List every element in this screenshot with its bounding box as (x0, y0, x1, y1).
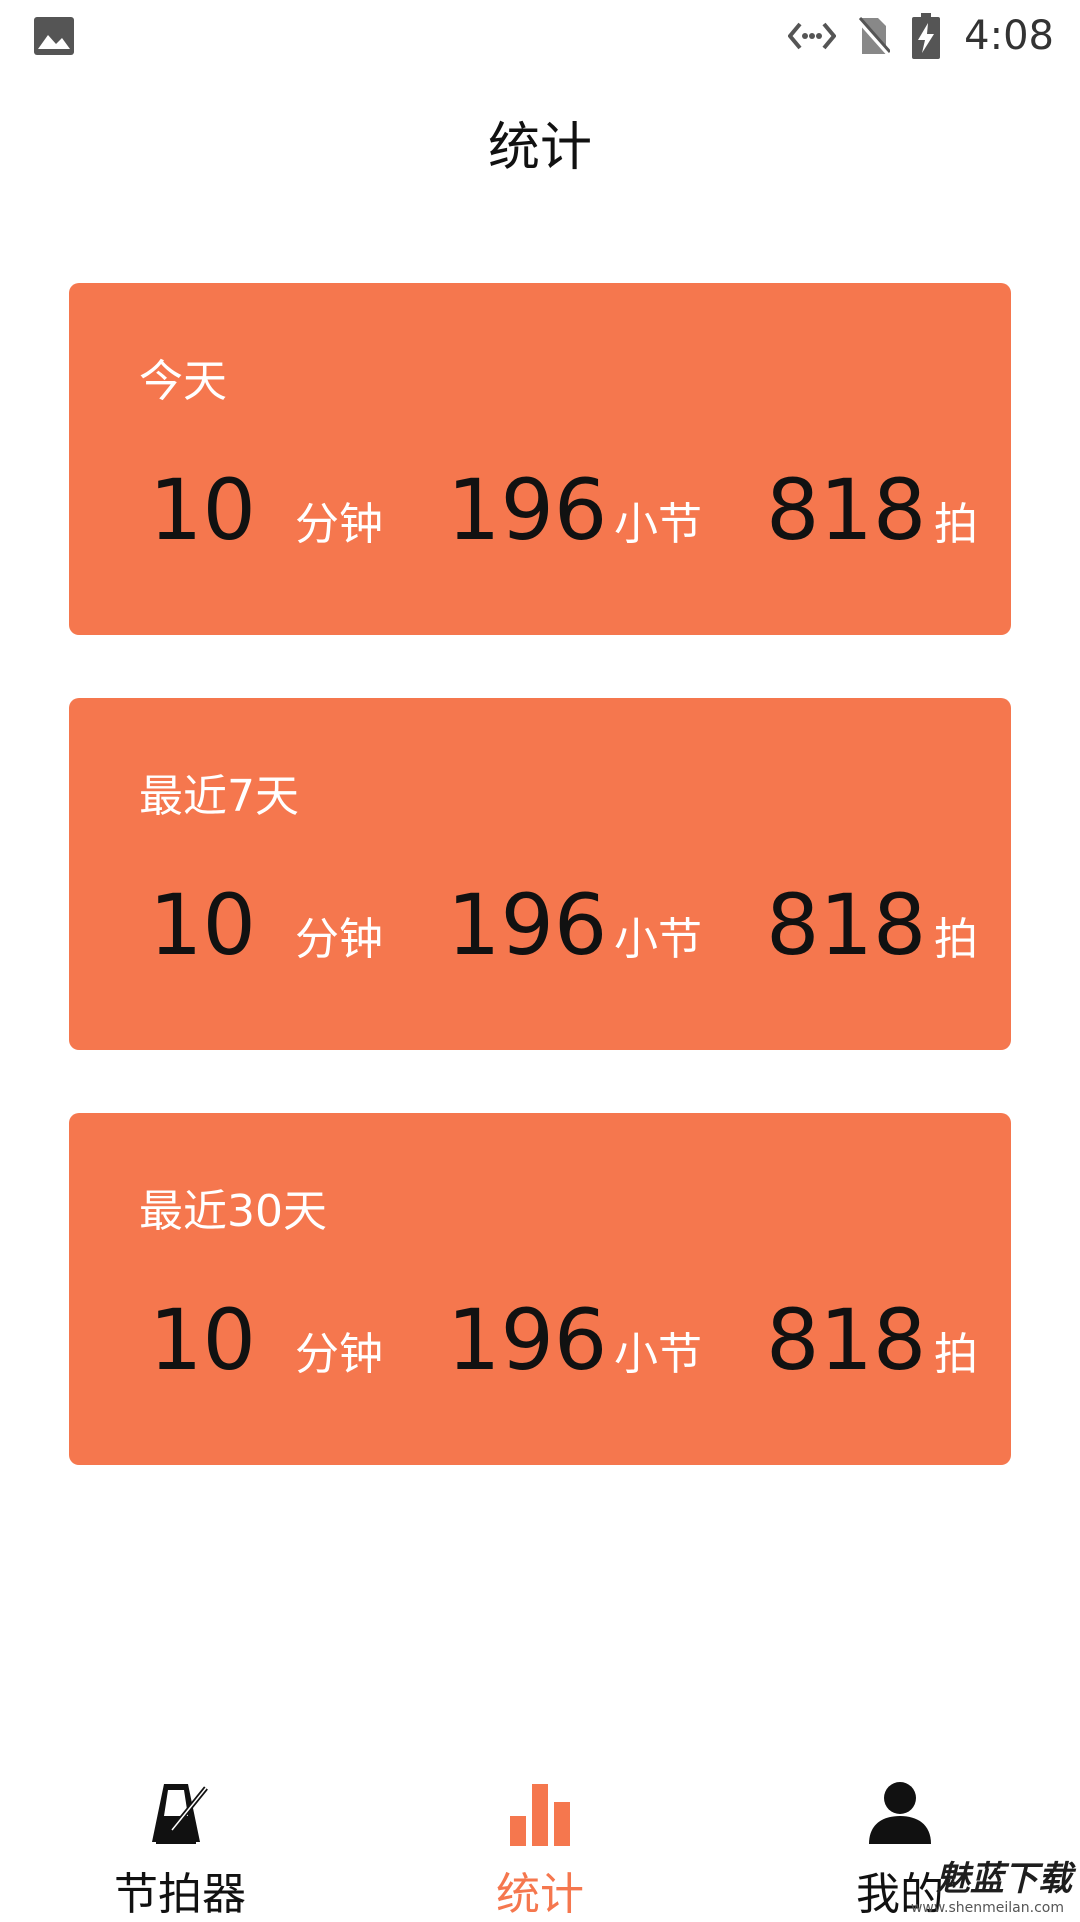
card-period-label: 今天 (139, 356, 227, 407)
gallery-icon (34, 17, 74, 55)
minutes-unit: 分钟 (295, 1329, 383, 1380)
beats-unit: 拍 (934, 914, 978, 965)
beats-unit: 拍 (934, 499, 978, 550)
measures-unit: 小节 (614, 914, 702, 965)
beats-value: 818 (766, 461, 927, 559)
minutes-unit: 分钟 (295, 499, 383, 550)
watermark-url: www.shenmeilan.com (910, 1900, 1064, 1916)
minutes-value: 10 (149, 461, 256, 559)
measures-value: 196 (447, 1291, 608, 1389)
status-time: 4:08 (964, 13, 1054, 59)
card-period-label: 最近7天 (139, 771, 299, 822)
measures-value: 196 (447, 876, 608, 974)
stats-card-30-days: 最近30天 10 分钟 196 小节 818 拍 (69, 1113, 1011, 1465)
nav-tab-metronome[interactable]: 节拍器 (0, 1770, 360, 1920)
bar-chart-icon (510, 1784, 570, 1846)
stats-card-7-days: 最近7天 10 分钟 196 小节 818 拍 (69, 698, 1011, 1050)
nav-label: 统计 (496, 1869, 584, 1920)
watermark-logo: 魅蓝下载 (936, 1859, 1072, 1899)
beats-unit: 拍 (934, 1329, 978, 1380)
metronome-icon (152, 1784, 208, 1844)
person-icon (869, 1782, 931, 1844)
bottom-nav: 节拍器 统计 我的 (0, 1770, 1080, 1920)
beats-value: 818 (766, 876, 927, 974)
minutes-value: 10 (149, 876, 256, 974)
minutes-unit: 分钟 (295, 914, 383, 965)
nav-tab-stats[interactable]: 统计 (360, 1770, 720, 1920)
minutes-value: 10 (149, 1291, 256, 1389)
measures-unit: 小节 (614, 499, 702, 550)
network-sync-icon (788, 22, 837, 50)
page-title: 统计 (487, 118, 592, 178)
no-sim-icon (858, 17, 891, 58)
card-period-label: 最近30天 (139, 1186, 327, 1237)
measures-unit: 小节 (614, 1329, 702, 1380)
nav-label: 节拍器 (114, 1869, 246, 1920)
status-bar: 4:08 (0, 0, 1080, 72)
measures-value: 196 (447, 461, 608, 559)
battery-charging-icon (912, 13, 941, 59)
stats-card-today: 今天 10 分钟 196 小节 818 拍 (69, 283, 1011, 635)
beats-value: 818 (766, 1291, 927, 1389)
